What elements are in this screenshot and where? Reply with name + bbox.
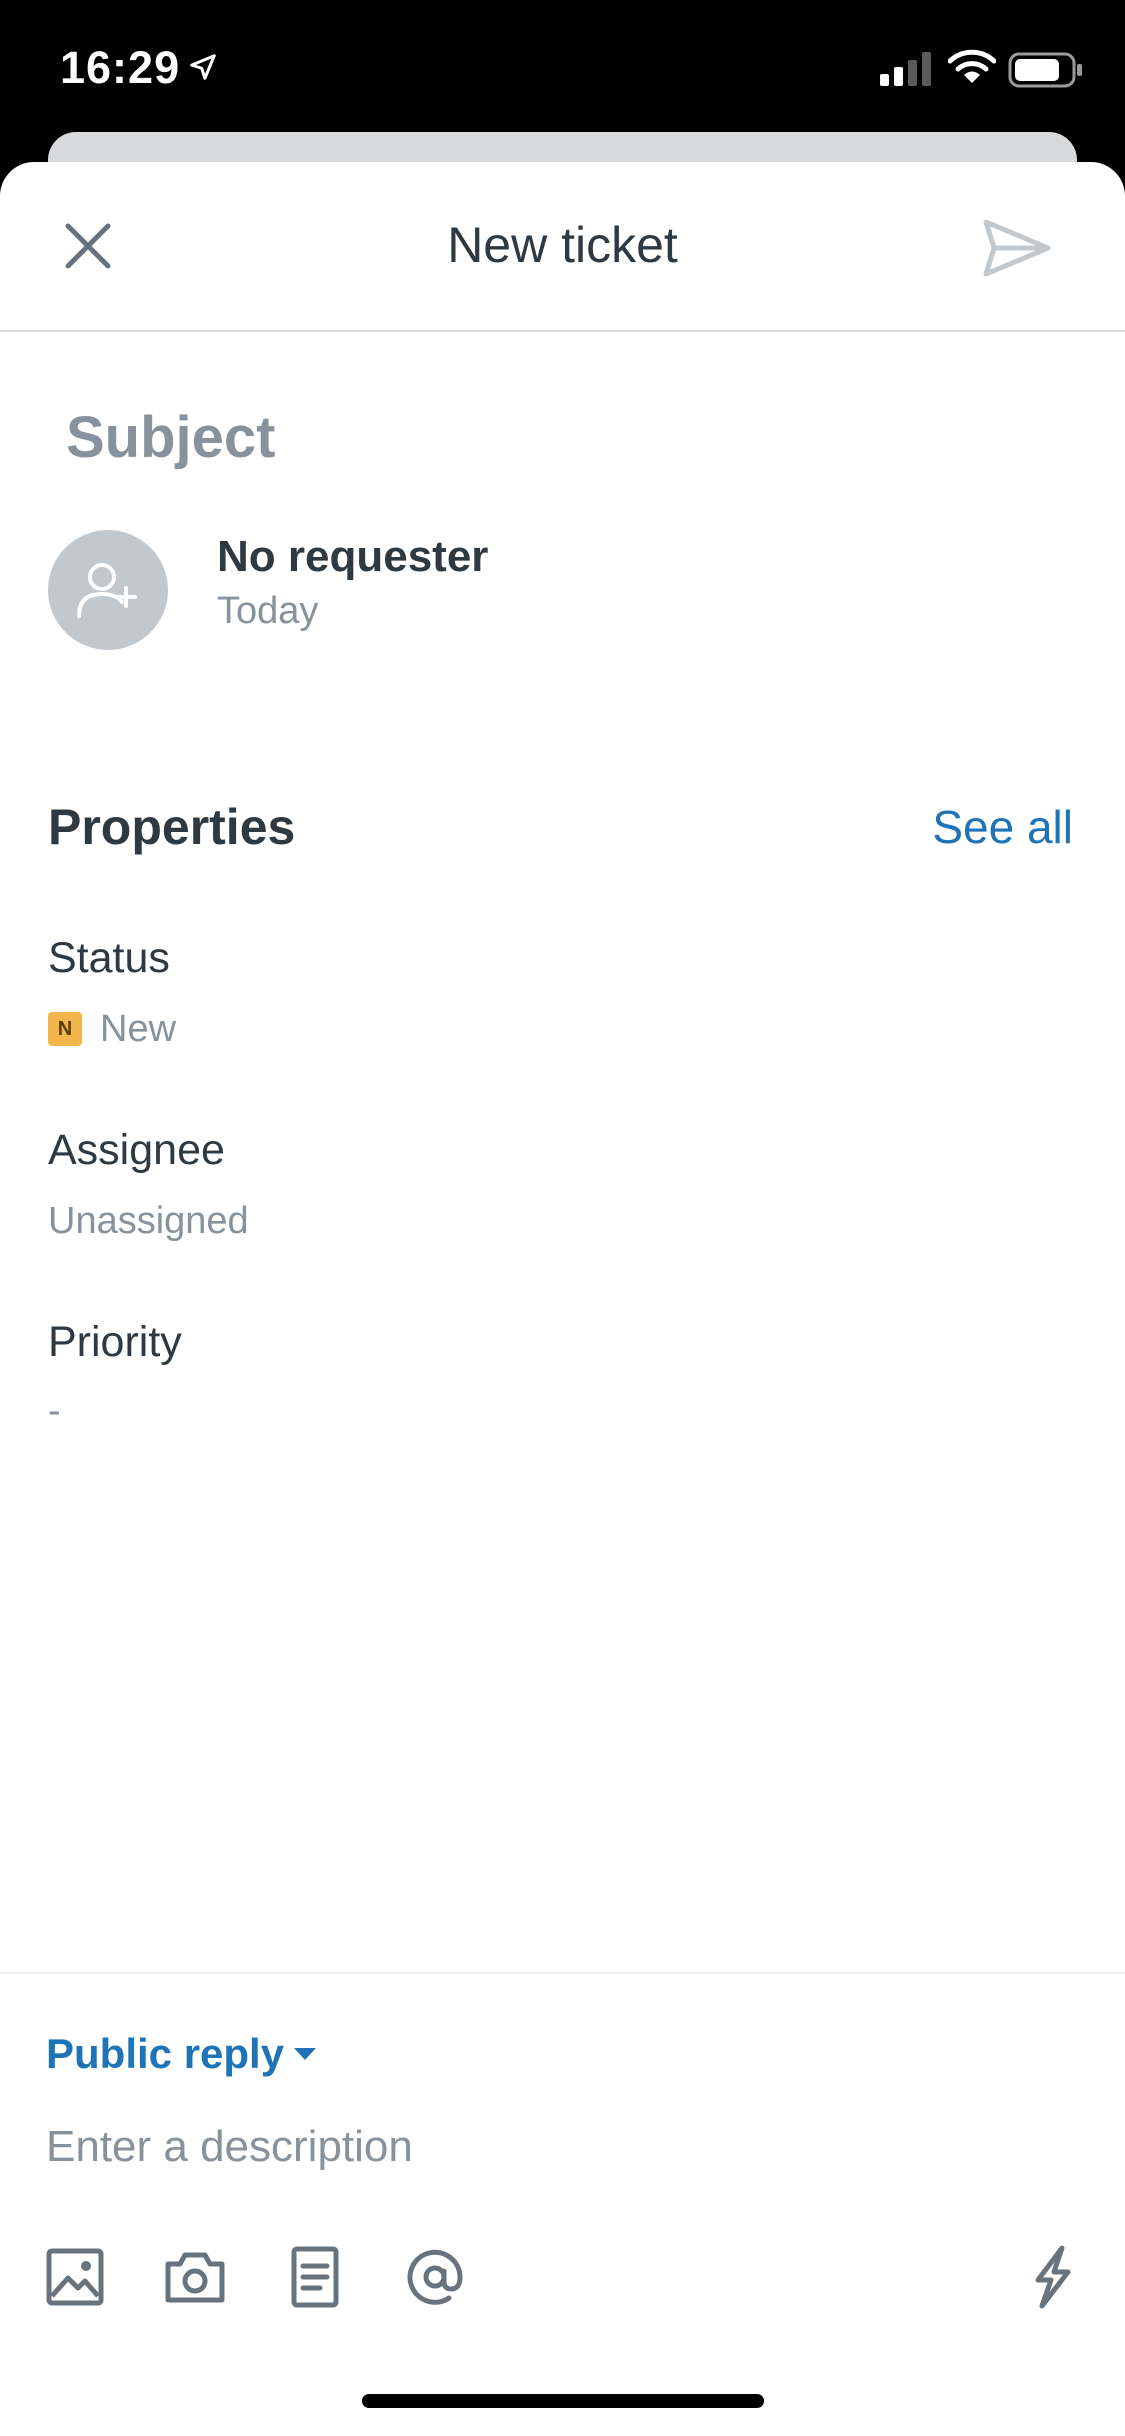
- macros-button[interactable]: [1016, 2242, 1086, 2312]
- wifi-icon: [947, 48, 997, 91]
- add-user-icon: [77, 563, 137, 618]
- ticket-date: Today: [217, 590, 319, 632]
- status-field-value: New: [100, 1008, 177, 1050]
- camera-icon: [165, 2252, 225, 2303]
- status-field-label[interactable]: Status: [48, 934, 170, 983]
- status-time: 16:29: [60, 42, 181, 93]
- chevron-down-icon[interactable]: [292, 2046, 318, 2067]
- document-icon: [291, 2246, 339, 2308]
- attach-image-button[interactable]: [40, 2242, 110, 2312]
- reply-type-selector[interactable]: Public reply: [46, 2030, 284, 2078]
- attach-document-button[interactable]: [280, 2242, 350, 2312]
- add-requester-avatar[interactable]: [48, 530, 168, 650]
- requester-name[interactable]: No requester: [217, 532, 488, 582]
- image-icon: [46, 2248, 104, 2306]
- new-ticket-sheet: New ticket Subject No requester Today Pr…: [0, 162, 1125, 2436]
- status-badge: N: [48, 1012, 82, 1046]
- nav-bar: New ticket: [0, 162, 1125, 332]
- priority-field-label[interactable]: Priority: [48, 1318, 182, 1367]
- properties-heading: Properties: [48, 799, 296, 855]
- battery-icon: [1008, 52, 1084, 93]
- see-all-link[interactable]: See all: [932, 800, 1073, 854]
- send-button[interactable]: [982, 216, 1052, 280]
- priority-field-value: -: [48, 1390, 61, 1432]
- home-indicator[interactable]: [362, 2394, 764, 2408]
- page-title: New ticket: [447, 217, 678, 273]
- camera-button[interactable]: [160, 2242, 230, 2312]
- description-input[interactable]: [46, 2122, 1076, 2172]
- subject-input[interactable]: Subject: [66, 404, 276, 471]
- assignee-field-value: Unassigned: [48, 1200, 249, 1242]
- composer-divider: [0, 1972, 1125, 1974]
- location-arrow-icon: [188, 52, 218, 87]
- macro-bolt-icon: [1035, 2245, 1071, 2309]
- mention-button[interactable]: [400, 2242, 470, 2312]
- at-mention-icon: [407, 2249, 463, 2305]
- assignee-field-label[interactable]: Assignee: [48, 1126, 225, 1175]
- signal-icon: [880, 52, 934, 91]
- send-icon: [983, 219, 1051, 277]
